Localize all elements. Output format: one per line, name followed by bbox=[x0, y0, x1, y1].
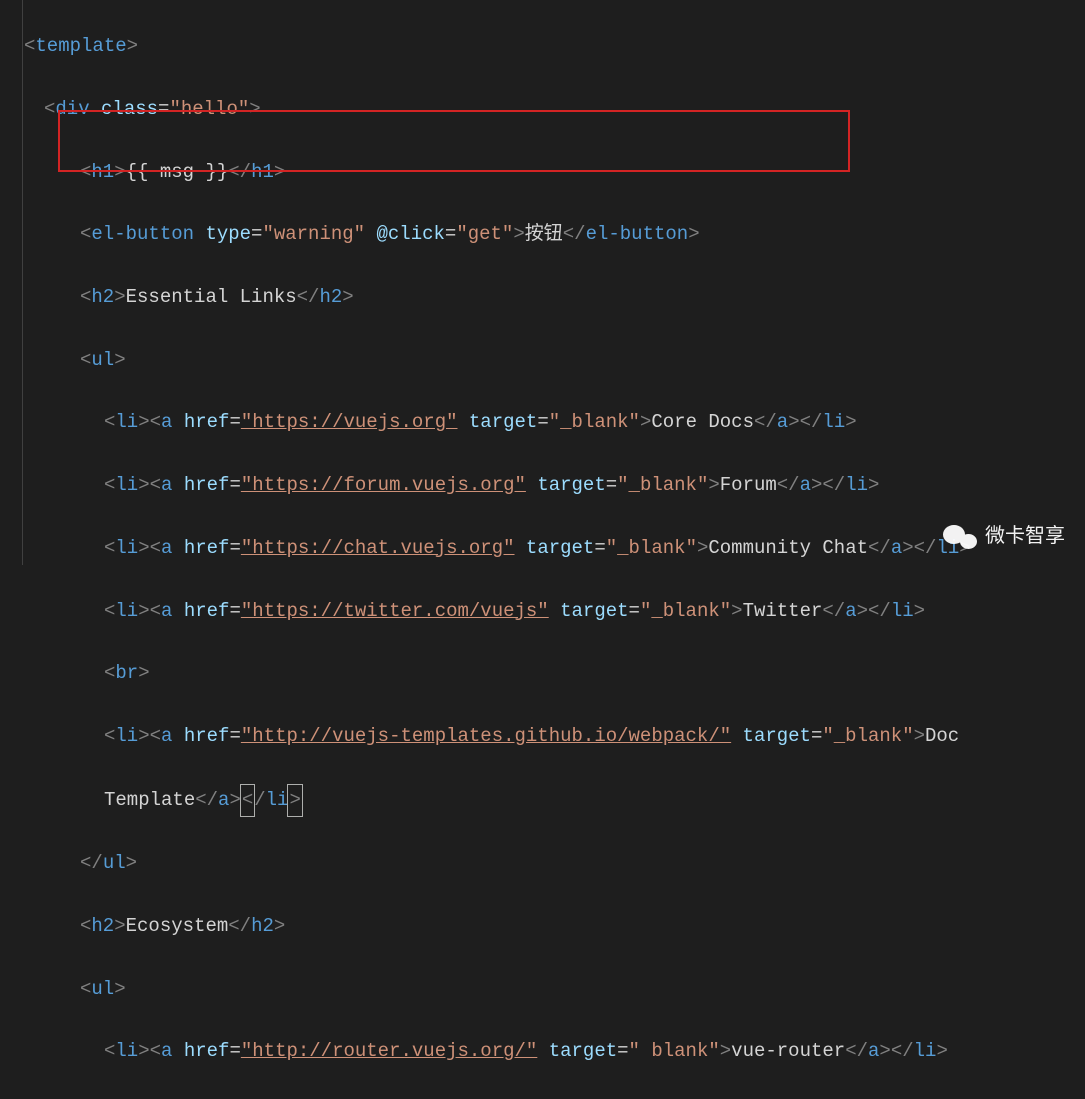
code-editor[interactable]: <template> <div class="hello"> <h1>{{ ms… bbox=[0, 0, 1085, 1099]
code-line: <li><a href="https://chat.vuejs.org" tar… bbox=[24, 533, 1085, 564]
code-line: </ul> bbox=[24, 848, 1085, 879]
code-line: <li><a href="http://router.vuejs.org/" t… bbox=[24, 1036, 1085, 1067]
watermark: 微卡智享 bbox=[943, 520, 1065, 553]
code-line: <ul> bbox=[24, 345, 1085, 376]
code-line: <template> bbox=[24, 31, 1085, 62]
code-line: <el-button type="warning" @click="get">按… bbox=[24, 219, 1085, 250]
code-line: <ul> bbox=[24, 974, 1085, 1005]
watermark-text: 微卡智享 bbox=[985, 520, 1065, 553]
text-cursor: < bbox=[240, 784, 255, 817]
code-line: <h2>Ecosystem</h2> bbox=[24, 911, 1085, 942]
code-line: <h1>{{ msg }}</h1> bbox=[24, 157, 1085, 188]
code-line: Template</a></li> bbox=[24, 784, 1085, 817]
code-line: <div class="hello"> bbox=[24, 94, 1085, 125]
code-line: <li><a href="http://vuejs-templates.gith… bbox=[24, 721, 1085, 752]
wechat-icon bbox=[943, 523, 977, 551]
selection-end: > bbox=[287, 784, 302, 817]
gutter bbox=[0, 0, 22, 565]
code-line: <li><a href="https://forum.vuejs.org" ta… bbox=[24, 470, 1085, 501]
fold-guide bbox=[22, 0, 23, 565]
code-line: <br> bbox=[24, 658, 1085, 689]
code-line: <li><a href="https://vuejs.org" target="… bbox=[24, 407, 1085, 438]
code-line: <li><a href="https://twitter.com/vuejs" … bbox=[24, 596, 1085, 627]
code-line: <h2>Essential Links</h2> bbox=[24, 282, 1085, 313]
